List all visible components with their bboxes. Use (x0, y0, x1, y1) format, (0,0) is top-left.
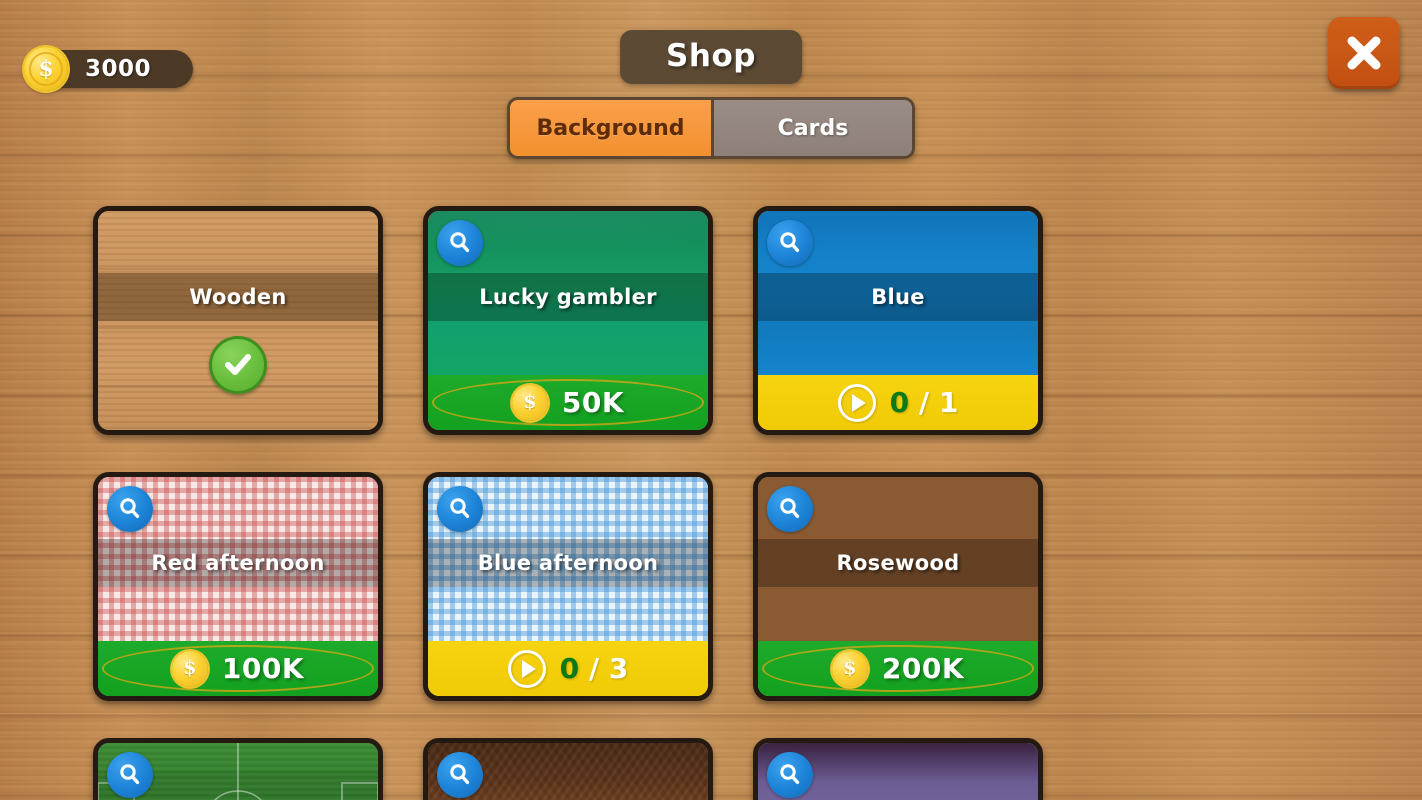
video-progress: 0 / 3 (560, 652, 629, 685)
coin-symbol: $ (38, 56, 54, 82)
coin-balance: $ 3000 (24, 47, 193, 91)
tab-background[interactable]: Background (510, 100, 711, 156)
coin-price-bar[interactable]: $100K (98, 641, 378, 696)
video-unlock-bar[interactable]: 0 / 1 (758, 375, 1038, 430)
card-title-band: Rosewood (758, 539, 1038, 587)
magnifier-icon[interactable] (767, 752, 813, 798)
shop-item-card[interactable]: World Cup0 / 6 (93, 738, 383, 800)
coin-amount: 3000 (85, 56, 152, 82)
shop-item-card[interactable]: Blue afternoon 0 / 3 (423, 472, 713, 701)
coin-symbol: $ (523, 391, 537, 413)
videos-watched: 0 (559, 652, 580, 685)
coin-price-bar[interactable]: $50K (428, 375, 708, 430)
card-title: Lucky gambler (479, 285, 657, 309)
magnifier-icon[interactable] (107, 752, 153, 798)
magnifier-icon[interactable] (437, 752, 483, 798)
background-grid: Wooden Lucky gambler $50K Blue 0 / 1 Red afte… (93, 206, 1335, 800)
videos-required: / 3 (579, 652, 629, 685)
video-progress: 0 / 1 (890, 386, 959, 419)
card-title-band: Wooden (98, 273, 378, 321)
videos-required: / 1 (909, 386, 959, 419)
shop-item-card[interactable] (753, 738, 1043, 800)
shop-item-card[interactable]: Lucky gambler $50K (423, 206, 713, 435)
video-unlock-bar[interactable]: 0 / 3 (428, 641, 708, 696)
coin-price-bar[interactable]: $200K (758, 641, 1038, 696)
magnifier-icon[interactable] (437, 486, 483, 532)
card-title-band: Red afternoon (98, 539, 378, 587)
card-title: Rosewood (836, 551, 960, 575)
card-title-band: Blue (758, 273, 1038, 321)
magnifier-icon[interactable] (107, 486, 153, 532)
coin-symbol: $ (843, 657, 857, 679)
coin-icon: $ (171, 650, 208, 687)
coin-symbol: $ (183, 657, 197, 679)
magnifier-icon[interactable] (437, 220, 483, 266)
shop-item-card[interactable]: Wooden (93, 206, 383, 435)
selected-check-icon (209, 336, 267, 394)
page-title: Shop (620, 30, 802, 84)
shop-item-card[interactable]: Rosewood $200K (753, 472, 1043, 701)
close-button[interactable] (1328, 17, 1400, 89)
play-icon (507, 649, 546, 688)
shop-screen: $ 3000 Shop Background Cards Wooden Lucky… (0, 0, 1422, 800)
shop-item-card[interactable]: Warm time$250K (423, 738, 713, 800)
close-icon (1343, 32, 1385, 74)
magnifier-icon[interactable] (767, 220, 813, 266)
card-title: Blue (871, 285, 925, 309)
shop-tab-bar: Background Cards (507, 97, 915, 159)
tab-cards[interactable]: Cards (711, 100, 912, 156)
magnifier-icon[interactable] (767, 486, 813, 532)
card-title: Red afternoon (151, 551, 325, 575)
card-title: Wooden (189, 285, 287, 309)
card-title: Blue afternoon (477, 551, 659, 575)
card-title-band: Blue afternoon (428, 539, 708, 587)
shop-item-card[interactable]: Blue 0 / 1 (753, 206, 1043, 435)
play-icon (837, 383, 876, 422)
coin-icon: $ (831, 650, 868, 687)
card-title-band: Lucky gambler (428, 273, 708, 321)
coin-icon: $ (24, 47, 68, 91)
coin-icon: $ (511, 384, 548, 421)
videos-watched: 0 (889, 386, 910, 419)
shop-item-card[interactable]: Red afternoon $100K (93, 472, 383, 701)
